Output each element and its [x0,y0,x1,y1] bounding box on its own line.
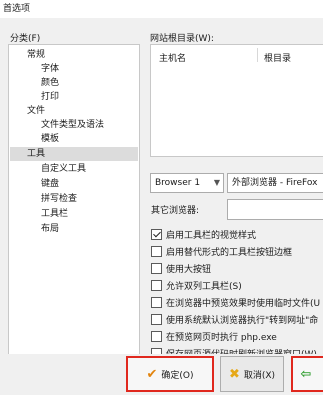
site-root-table[interactable]: 主机名 根目录 [150,44,323,157]
category-item-print[interactable]: 打印 [41,90,59,104]
checkbox-large-buttons[interactable] [151,263,162,274]
checkbox-alt-border[interactable] [151,246,162,257]
option-temp-file[interactable]: 在浏览器中预览效果时使用临时文件(U [151,295,320,310]
category-item-color[interactable]: 颜色 [41,76,59,90]
category-label: 分类(F) [10,34,41,44]
category-item-custom-tools[interactable]: 自定义工具 [41,162,86,176]
ok-button[interactable]: ✔ 确定(O) [126,356,214,392]
dialog-content: 分类(F) 常规 字体 颜色 打印 文件 文件类型及语法 模板 工具 自定义工具… [0,18,323,364]
category-item-general[interactable]: 常规 [27,48,45,62]
option-label: 允许双列工具栏(S) [166,282,242,292]
option-run-php[interactable]: 在预览网页时执行 php.exe [151,329,277,344]
option-two-row-toolbar[interactable]: 允许双列工具栏(S) [151,278,242,293]
option-label: 在预览网页时执行 php.exe [166,333,277,343]
category-item-toolbar[interactable]: 工具栏 [41,207,68,221]
option-label: 启用工具栏的视觉样式 [166,231,257,241]
option-label: 使用大按钮 [166,265,212,275]
site-root-label: 网站根目录(W): [150,34,214,44]
category-item-font[interactable]: 字体 [41,62,59,76]
external-browser-select[interactable]: 外部浏览器 - FireFox [227,173,323,193]
category-item-tools[interactable]: 工具 [10,147,138,161]
other-browser-label: 其它浏览器: [151,206,200,216]
option-label: 使用系统默认浏览器执行"转到网址"命 [166,316,319,326]
category-tree[interactable]: 常规 字体 颜色 打印 文件 文件类型及语法 模板 工具 自定义工具 键盘 拼写… [8,44,140,364]
close-icon: ✖ [228,366,240,382]
check-icon: ✔ [146,366,158,382]
checkbox-default-browser[interactable] [151,314,162,325]
category-item-spellcheck[interactable]: 拼写检查 [41,192,77,206]
option-label: 在浏览器中预览效果时使用临时文件(U [166,299,321,309]
checkbox-visual-style[interactable] [151,229,162,240]
other-browser-input[interactable] [227,199,323,220]
category-item-filetypes[interactable]: 文件类型及语法 [41,118,104,132]
option-large-buttons[interactable]: 使用大按钮 [151,261,211,276]
window-title: 首选项 [3,4,31,14]
option-visual-style[interactable]: 启用工具栏的视觉样式 [151,227,256,242]
preferences-window: 首选项 分类(F) 常规 字体 颜色 打印 文件 文件类型及语法 模板 工具 自… [0,0,323,395]
column-header-rootdir[interactable]: 根目录 [264,51,291,64]
category-item-file[interactable]: 文件 [27,104,45,118]
arrow-left-icon: ⇦ [300,366,312,382]
ok-button-label: 确定(O) [161,370,194,381]
category-item-keyboard[interactable]: 键盘 [41,177,59,191]
checkbox-run-php[interactable] [151,331,162,342]
option-alt-border[interactable]: 启用替代形式的工具栏按钮边框 [151,244,292,259]
checkbox-temp-file[interactable] [151,297,162,308]
cancel-button-label: 取消(X) [243,370,276,381]
cancel-button[interactable]: ✖ 取消(X) [220,356,284,392]
option-default-browser[interactable]: 使用系统默认浏览器执行"转到网址"命 [151,312,318,327]
browser-select[interactable]: Browser 1 ▼ [150,173,224,193]
category-item-layout[interactable]: 布局 [41,222,59,236]
category-item-template[interactable]: 模板 [41,132,59,146]
external-browser-value: 外部浏览器 - FireFox [232,178,318,188]
checkbox-two-row-toolbar[interactable] [151,280,162,291]
browser-select-value: Browser 1 [155,178,201,188]
option-label: 启用替代形式的工具栏按钮边框 [166,248,293,258]
column-header-hostname[interactable]: 主机名 [159,51,186,64]
column-divider[interactable] [257,48,258,62]
chevron-down-icon: ▼ [213,178,220,187]
back-button[interactable]: ⇦ [291,356,323,392]
dialog-footer: ✔ 确定(O) ✖ 取消(X) ⇦ [0,354,323,395]
